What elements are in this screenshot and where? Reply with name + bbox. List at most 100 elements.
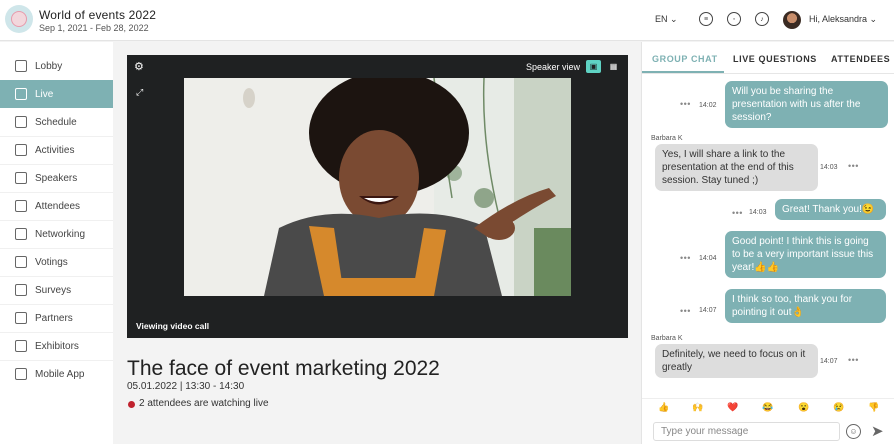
grid-view-button[interactable]: ▦ — [606, 60, 621, 73]
sidebar-item-schedule[interactable]: Schedule — [0, 108, 113, 136]
survey-icon — [15, 284, 27, 296]
chat-message: I think so too, thank you for pointing i… — [725, 289, 886, 323]
emoji-picker-icon[interactable]: ☺ — [846, 424, 861, 439]
chat-message: Will you be sharing the presentation wit… — [725, 81, 888, 128]
sidebar-item-exhibitors[interactable]: Exhibitors — [0, 332, 113, 360]
sidebar-item-label: Activities — [35, 144, 75, 156]
tab-live-questions[interactable]: LIVE QUESTIONS — [733, 54, 817, 64]
sidebar-item-label: Partners — [35, 312, 73, 324]
video-caption: Viewing video call — [136, 321, 210, 331]
reaction-raised-hands[interactable]: 🙌 — [692, 402, 703, 413]
send-icon[interactable]: ➤ — [871, 422, 884, 440]
sidebar-item-label: Networking — [35, 228, 86, 240]
session-time: 05.01.2022 | 13:30 - 14:30 — [127, 381, 245, 392]
sidebar-item-votings[interactable]: Votings — [0, 248, 113, 276]
speaker-view-button[interactable]: ▣ — [586, 60, 601, 73]
reaction-thumbs-up[interactable]: 👍 — [658, 402, 669, 413]
sidebar-item-label: Exhibitors — [35, 340, 79, 352]
video-player[interactable]: ⚙ Speaker view ▣ ▦ ⤢ Viewing video call — [127, 55, 628, 338]
users-icon — [15, 200, 27, 212]
chat-panel: GROUP CHAT LIVE QUESTIONS ATTENDEES ••• … — [641, 42, 894, 444]
sidebar-item-live[interactable]: Live — [0, 80, 113, 108]
message-time: 14:02 — [699, 102, 717, 109]
phone-icon — [15, 368, 27, 380]
chat-message: Yes, I will share a link to the presenta… — [655, 144, 818, 191]
sidebar-item-label: Speakers — [35, 172, 78, 184]
live-indicator-icon — [128, 401, 135, 408]
live-icon — [15, 88, 27, 100]
sender-name: Barbara K — [651, 135, 683, 142]
tab-attendees[interactable]: ATTENDEES — [831, 54, 890, 64]
chat-message: Definitely, we need to focus on it great… — [655, 344, 818, 378]
calendar-icon — [15, 116, 27, 128]
notes-icon[interactable]: ≡ — [699, 12, 713, 26]
gear-icon[interactable]: ⚙ — [134, 60, 144, 73]
message-options-icon[interactable]: ••• — [848, 355, 859, 365]
event-dates: Sep 1, 2021 - Feb 28, 2022 — [39, 23, 149, 33]
partners-icon — [15, 312, 27, 324]
sidebar-item-mobile-app[interactable]: Mobile App — [0, 360, 113, 388]
speaker-video-image — [184, 78, 571, 296]
sidebar-item-partners[interactable]: Partners — [0, 304, 113, 332]
chat-icon[interactable]: ◦ — [727, 12, 741, 26]
language-label: EN — [655, 14, 668, 24]
sidebar-item-label: Lobby — [35, 60, 63, 72]
user-icon — [15, 172, 27, 184]
tab-group-chat[interactable]: GROUP CHAT — [652, 54, 718, 64]
message-options-icon[interactable]: ••• — [680, 99, 691, 109]
message-time: 14:07 — [699, 307, 717, 314]
vote-icon — [15, 256, 27, 268]
video-toolbar: ⚙ Speaker view ▣ ▦ — [127, 55, 628, 78]
chat-message: Good point! I think this is going to be … — [725, 231, 886, 278]
home-icon — [15, 60, 27, 72]
top-header: World of events 2022 Sep 1, 2021 - Feb 2… — [0, 0, 894, 41]
chat-message: Great! Thank you!😉 — [775, 199, 886, 220]
sidebar: Lobby Live Schedule Activities Speakers … — [0, 42, 113, 444]
reaction-heart[interactable]: ❤️ — [727, 402, 738, 413]
sidebar-item-attendees[interactable]: Attendees — [0, 192, 113, 220]
sender-name: Barbara K — [651, 335, 683, 342]
sidebar-item-label: Schedule — [35, 116, 77, 128]
reaction-sad[interactable]: 😢 — [833, 402, 844, 413]
reaction-surprised[interactable]: 😮 — [798, 402, 809, 413]
message-input[interactable]: Type your message — [653, 422, 840, 441]
speaker-video-frame — [184, 78, 571, 296]
reaction-laugh[interactable]: 😂 — [762, 402, 773, 413]
sidebar-item-label: Mobile App — [35, 368, 85, 380]
message-options-icon[interactable]: ••• — [680, 306, 691, 316]
reaction-thumbs-down[interactable]: 👎 — [868, 402, 879, 413]
sidebar-item-label: Surveys — [35, 284, 72, 296]
event-title: World of events 2022 — [39, 8, 157, 22]
message-time: 14:04 — [699, 255, 717, 262]
event-logo[interactable] — [5, 5, 33, 33]
language-selector[interactable]: EN ⌄ — [655, 14, 678, 25]
sidebar-item-networking[interactable]: Networking — [0, 220, 113, 248]
sidebar-item-label: Votings — [35, 256, 68, 268]
expand-icon[interactable]: ⤢ — [136, 87, 143, 98]
notification-icon[interactable]: ♪ — [755, 12, 769, 26]
message-options-icon[interactable]: ••• — [732, 208, 743, 218]
sidebar-item-lobby[interactable]: Lobby — [0, 52, 113, 80]
exhibitors-icon — [15, 340, 27, 352]
sidebar-item-label: Attendees — [35, 200, 81, 212]
greeting-text: Hi, Aleksandra — [809, 14, 868, 24]
sidebar-item-label: Live — [35, 88, 54, 100]
avatar[interactable] — [783, 11, 801, 29]
sidebar-item-speakers[interactable]: Speakers — [0, 164, 113, 192]
calendar-icon — [15, 144, 27, 156]
handshake-icon — [15, 228, 27, 240]
page-title: The face of event marketing 2022 — [127, 357, 440, 380]
message-options-icon[interactable]: ••• — [848, 161, 859, 171]
message-time: 14:03 — [749, 209, 767, 216]
chevron-down-icon: ⌄ — [869, 14, 878, 24]
watching-count: 2 attendees are watching live — [139, 398, 269, 409]
message-options-icon[interactable]: ••• — [680, 253, 691, 263]
message-time: 14:03 — [820, 164, 838, 171]
message-time: 14:07 — [820, 358, 838, 365]
sidebar-item-surveys[interactable]: Surveys — [0, 276, 113, 304]
sidebar-item-activities[interactable]: Activities — [0, 136, 113, 164]
speaker-view-label: Speaker view — [526, 62, 581, 72]
chevron-down-icon: ⌄ — [670, 14, 678, 24]
user-menu[interactable]: Hi, Aleksandra ⌄ — [809, 14, 877, 25]
reaction-bar: 👍 🙌 ❤️ 😂 😮 😢 👎 — [642, 398, 894, 416]
